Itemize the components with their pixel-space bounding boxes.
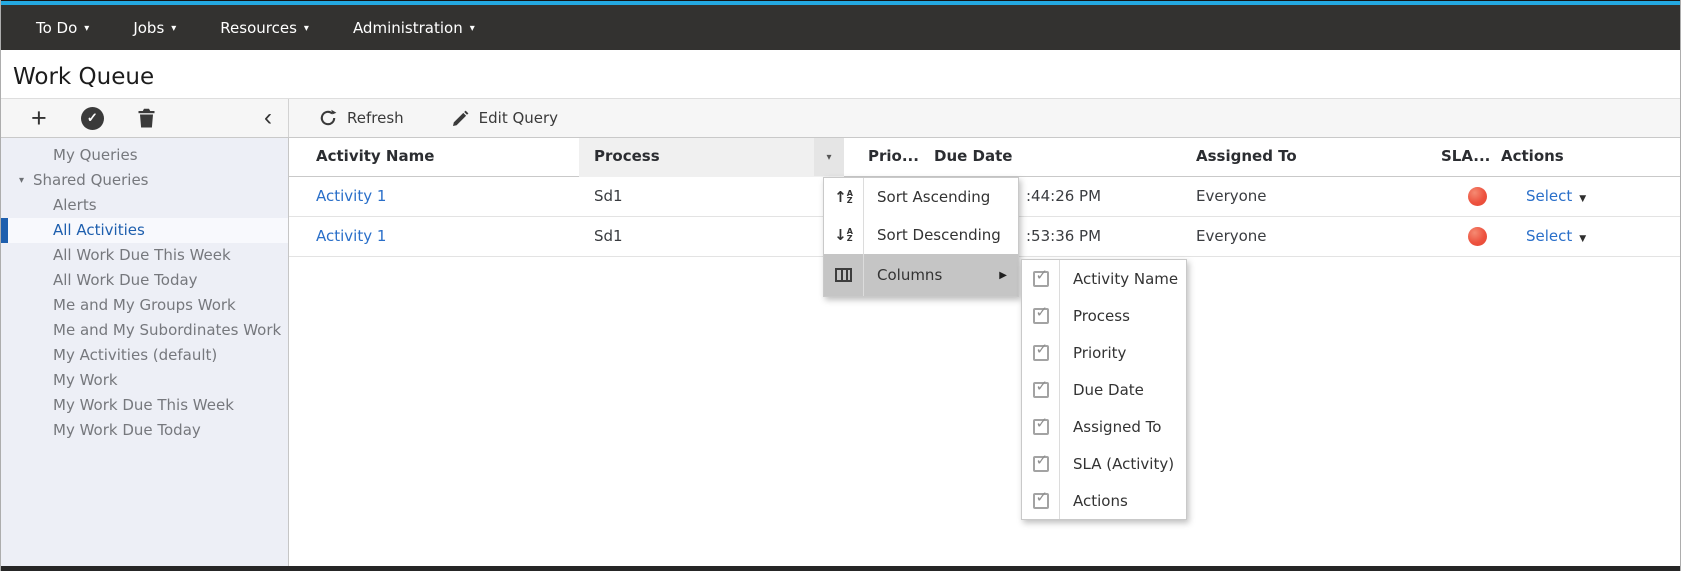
activity-link[interactable]: Activity 1 (316, 187, 386, 205)
edit-query-label: Edit Query (478, 109, 559, 127)
chevron-down-icon: ▾ (469, 22, 475, 34)
tree-expand-caret-icon[interactable]: ▾ (19, 168, 24, 193)
columns-submenu: ✓ Activity Name ✓ Process ✓ Priority ✓ D… (1021, 259, 1187, 520)
work-item-table: Activity Name Process ▾ Prio... Due Date… (289, 138, 1680, 566)
work-queue-window: To Do ▾ Jobs ▾ Resources ▾ Administratio… (0, 0, 1681, 571)
process-column-menu-button[interactable]: ▾ (814, 138, 844, 176)
assigned-to-cell-value: Everyone (1196, 187, 1267, 205)
sidebar-item-all-work-due-today[interactable]: All Work Due Today (1, 268, 288, 293)
submenu-arrow-icon: ▶ (999, 269, 1007, 281)
sort-descending-icon: ↓ AZ (834, 226, 853, 244)
chevron-down-icon: ▾ (303, 22, 309, 34)
select-action-dropdown[interactable]: Select ▼ (1526, 187, 1586, 205)
due-date-cell-value: :44:26 PM (1026, 187, 1102, 205)
refresh-icon (320, 109, 337, 126)
queries-sidebar: My Queries ▾ Shared Queries Alerts All A… (1, 138, 289, 566)
chevron-down-icon: ▼ (1579, 194, 1587, 204)
checkbox-checked-icon[interactable]: ✓ (1032, 377, 1049, 398)
sidebar-item-my-work[interactable]: My Work (1, 368, 288, 393)
nav-item-label: Jobs (133, 18, 165, 37)
select-action-dropdown[interactable]: Select ▼ (1526, 227, 1586, 245)
edit-query-button[interactable]: Edit Query (452, 109, 558, 127)
add-query-button[interactable]: + (31, 103, 47, 133)
refresh-button[interactable]: Refresh (319, 109, 404, 127)
checkbox-checked-icon[interactable]: ✓ (1032, 451, 1049, 472)
submenu-item-sla-activity[interactable]: ✓ SLA (Activity) (1022, 445, 1186, 482)
apply-query-button[interactable]: ✓ (80, 106, 104, 130)
collapse-sidebar-button[interactable]: ‹ (264, 104, 272, 131)
column-header-priority[interactable]: Prio... (868, 147, 919, 165)
sidebar-item-all-activities[interactable]: All Activities (1, 218, 288, 243)
query-actions-toolbar: + ✓ ‹ (1, 99, 289, 137)
columns-icon (835, 268, 852, 282)
nav-item-jobs[interactable]: Jobs ▾ (133, 19, 176, 37)
checkbox-checked-icon[interactable]: ✓ (1032, 266, 1049, 287)
chevron-down-icon: ▼ (1579, 234, 1587, 244)
bottom-border-bar (1, 566, 1680, 571)
delete-query-button[interactable] (138, 108, 155, 128)
sidebar-item-me-and-my-groups-work[interactable]: Me and My Groups Work (1, 293, 288, 318)
table-header-row: Activity Name Process ▾ Prio... Due Date… (289, 138, 1680, 177)
process-cell-value: Sd1 (594, 227, 623, 245)
menu-item-sort-descending[interactable]: ↓ AZ Sort Descending (824, 216, 1018, 254)
column-header-assigned-to[interactable]: Assigned To (1196, 147, 1297, 165)
sidebar-item-shared-queries[interactable]: ▾ Shared Queries (1, 168, 288, 193)
column-header-sla[interactable]: SLA... (1441, 147, 1490, 165)
submenu-item-activity-name[interactable]: ✓ Activity Name (1022, 260, 1186, 297)
chevron-left-icon: ‹ (264, 104, 272, 131)
pencil-icon (452, 110, 469, 126)
check-circle-icon: ✓ (80, 106, 104, 130)
submenu-item-actions[interactable]: ✓ Actions (1022, 482, 1186, 519)
column-header-actions[interactable]: Actions (1501, 147, 1564, 165)
chevron-down-icon: ▾ (84, 22, 90, 34)
checkbox-checked-icon[interactable]: ✓ (1032, 340, 1049, 361)
nav-item-label: Administration (352, 18, 463, 37)
nav-item-label: Resources (220, 18, 297, 37)
sort-ascending-icon: ↑ AZ (834, 188, 853, 206)
nav-item-label: To Do (36, 18, 78, 37)
column-context-menu: ↑ AZ Sort Ascending ↓ AZ Sort Descending (823, 177, 1019, 297)
nav-item-to-do[interactable]: To Do ▾ (36, 19, 89, 37)
page-title: Work Queue (13, 64, 155, 90)
column-header-process: Process (594, 147, 660, 165)
column-header-due-date[interactable]: Due Date (934, 147, 1012, 165)
chevron-down-icon: ▾ (171, 22, 177, 34)
submenu-item-due-date[interactable]: ✓ Due Date (1022, 371, 1186, 408)
nav-item-administration[interactable]: Administration ▾ (353, 19, 475, 37)
due-date-cell-value: :53:36 PM (1026, 227, 1102, 245)
content-area: My Queries ▾ Shared Queries Alerts All A… (1, 138, 1680, 566)
sidebar-item-my-work-due-today[interactable]: My Work Due Today (1, 418, 288, 443)
nav-item-resources[interactable]: Resources ▾ (220, 19, 309, 37)
menu-item-columns[interactable]: Columns ▶ (824, 254, 1018, 296)
checkbox-checked-icon[interactable]: ✓ (1032, 303, 1049, 324)
table-actions-toolbar: Refresh Edit Query (289, 99, 558, 137)
column-header-activity-name[interactable]: Activity Name (316, 147, 434, 165)
sidebar-item-me-and-my-subordinates-work[interactable]: Me and My Subordinates Work (1, 318, 288, 343)
assigned-to-cell-value: Everyone (1196, 227, 1267, 245)
refresh-label: Refresh (347, 109, 404, 127)
toolbar: + ✓ ‹ Refresh Edit Query (1, 98, 1680, 138)
sidebar-item-all-work-due-this-week[interactable]: All Work Due This Week (1, 243, 288, 268)
sidebar-item-alerts[interactable]: Alerts (1, 193, 288, 218)
menu-item-sort-ascending[interactable]: ↑ AZ Sort Ascending (824, 178, 1018, 216)
sla-status-indicator (1468, 187, 1487, 206)
sidebar-item-my-activities-default[interactable]: My Activities (default) (1, 343, 288, 368)
checkbox-checked-icon[interactable]: ✓ (1032, 488, 1049, 509)
plus-icon: + (31, 103, 47, 133)
chevron-down-icon: ▾ (826, 151, 832, 163)
top-navbar: To Do ▾ Jobs ▾ Resources ▾ Administratio… (1, 5, 1680, 50)
submenu-item-process[interactable]: ✓ Process (1022, 297, 1186, 334)
sla-status-indicator (1468, 227, 1487, 246)
process-cell-value: Sd1 (594, 187, 623, 205)
checkbox-checked-icon[interactable]: ✓ (1032, 414, 1049, 435)
submenu-item-assigned-to[interactable]: ✓ Assigned To (1022, 408, 1186, 445)
activity-link[interactable]: Activity 1 (316, 227, 386, 245)
column-header-process-cell[interactable]: Process ▾ (579, 138, 844, 177)
sidebar-item-my-queries[interactable]: My Queries (1, 143, 288, 168)
sidebar-item-my-work-due-this-week[interactable]: My Work Due This Week (1, 393, 288, 418)
submenu-item-priority[interactable]: ✓ Priority (1022, 334, 1186, 371)
trash-icon (138, 108, 155, 128)
